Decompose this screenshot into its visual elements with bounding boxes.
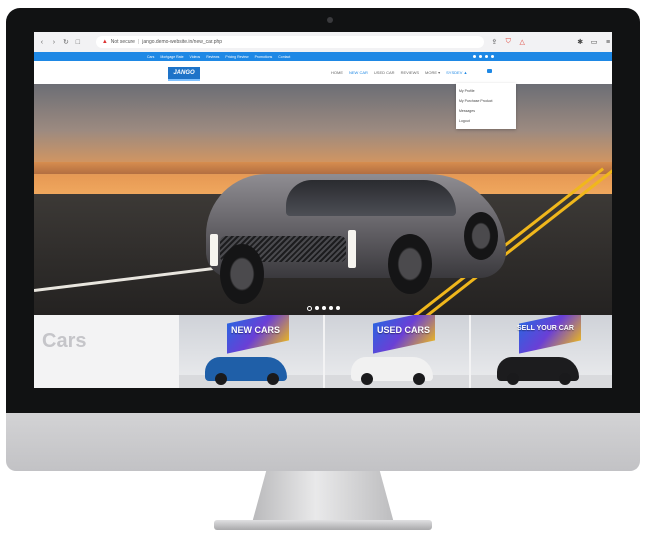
hero-car-headlight (210, 234, 218, 266)
top-link[interactable]: Contact (278, 55, 290, 59)
monitor-base (214, 520, 432, 530)
webcam (327, 17, 333, 23)
slider-dot[interactable] (315, 306, 319, 310)
security-label: Not secure (110, 39, 135, 45)
bookmark-icon[interactable]: □ (74, 38, 82, 46)
top-info-bar: Cars Mortgage Rate Videos Reviews Pricin… (34, 52, 612, 61)
tile-sell-your-car[interactable]: SELL YOUR CAR (471, 315, 612, 388)
reload-icon[interactable]: ↻ (62, 38, 70, 46)
extensions-icon[interactable]: ✱ (576, 38, 584, 46)
dropdown-item-purchases[interactable]: My Purchase Product (459, 99, 516, 103)
top-link[interactable]: Mortgage Rate (160, 55, 183, 59)
section-title: Cars (42, 330, 87, 352)
tile-car-wheel (507, 373, 519, 385)
slider-dot[interactable] (336, 306, 340, 310)
monitor-chin (6, 413, 640, 471)
hero-car-wheel (388, 234, 432, 294)
site-header: JANGO HOME NEW CAR USED CAR REVIEWS MORE… (34, 61, 612, 84)
shield-icon[interactable]: ⛉ (504, 38, 512, 46)
dropdown-item-profile[interactable]: My Profile (459, 89, 516, 93)
tile-label: NEW CARS (231, 325, 280, 335)
hero-car-wheel (220, 244, 264, 304)
slider-dot[interactable] (329, 306, 333, 310)
browser-toolbar: ‹ › ↻ □ ▲ Not secure | jango.demo-websit… (34, 32, 612, 53)
tile-label: USED CARS (377, 325, 431, 335)
wallet-icon[interactable]: ▭ (590, 38, 598, 46)
slider-dot[interactable] (307, 306, 312, 311)
tile-car-wheel (559, 373, 571, 385)
cars-section: Cars NEW CARS USED CARS SELL YOUR CAR (34, 315, 612, 388)
top-links: Cars Mortgage Rate Videos Reviews Pricin… (147, 55, 290, 59)
url-text: jango.demo-website.in/new_car.php (142, 39, 223, 45)
tile-new-cars[interactable]: NEW CARS (179, 315, 323, 388)
hero-car-headlight (348, 230, 356, 268)
chat-icon[interactable] (487, 69, 492, 73)
rewards-icon[interactable]: △ (518, 38, 526, 46)
nav-used-car[interactable]: USED CAR (374, 70, 395, 75)
tile-car-wheel (361, 373, 373, 385)
tile-car-wheel (413, 373, 425, 385)
slider-dots (307, 306, 340, 311)
social-links (473, 55, 494, 58)
slider-dot[interactable] (322, 306, 326, 310)
hero-car-window (286, 180, 456, 216)
share-icon[interactable]: ⇪ (490, 38, 498, 46)
hero-slider (34, 84, 612, 315)
site-logo[interactable]: JANGO (168, 67, 200, 81)
top-link[interactable]: Cars (147, 55, 154, 59)
user-dropdown: My Profile My Purchase Product Messages … (456, 83, 516, 129)
tile-car-wheel (215, 373, 227, 385)
hero-car-wheel (464, 212, 498, 260)
nav-more[interactable]: MORE ▾ (425, 70, 440, 75)
nav-new-car[interactable]: NEW CAR (349, 70, 368, 75)
warning-icon: ▲ (101, 39, 108, 45)
linkedin-icon[interactable] (485, 55, 488, 58)
tile-banner (519, 315, 581, 354)
twitter-icon[interactable] (479, 55, 482, 58)
screen: ‹ › ↻ □ ▲ Not secure | jango.demo-websit… (34, 32, 612, 388)
nav-home[interactable]: HOME (331, 70, 343, 75)
dropdown-item-logout[interactable]: Logout (459, 119, 516, 123)
address-bar[interactable]: ▲ Not secure | jango.demo-website.in/new… (95, 36, 485, 48)
tile-label: SELL YOUR CAR (517, 325, 574, 332)
top-link[interactable]: Pricing Review (225, 55, 248, 59)
dropdown-item-messages[interactable]: Messages (459, 109, 516, 113)
youtube-icon[interactable] (491, 55, 494, 58)
top-link[interactable]: Promotions (255, 55, 273, 59)
url-separator: | (137, 39, 140, 45)
back-icon[interactable]: ‹ (38, 38, 46, 46)
tile-used-cars[interactable]: USED CARS (325, 315, 469, 388)
facebook-icon[interactable] (473, 55, 476, 58)
top-link[interactable]: Videos (190, 55, 201, 59)
hero-horizon (34, 162, 612, 174)
nav-reviews[interactable]: REVIEWS (401, 70, 419, 75)
nav-user-menu[interactable]: SYSDEV ▲ (446, 70, 467, 75)
top-link[interactable]: Reviews (206, 55, 219, 59)
tile-car-wheel (267, 373, 279, 385)
monitor-stand (252, 471, 394, 523)
menu-icon[interactable]: ≡ (604, 38, 612, 46)
main-nav: HOME NEW CAR USED CAR REVIEWS MORE ▾ SYS… (331, 70, 467, 75)
forward-icon[interactable]: › (50, 38, 58, 46)
